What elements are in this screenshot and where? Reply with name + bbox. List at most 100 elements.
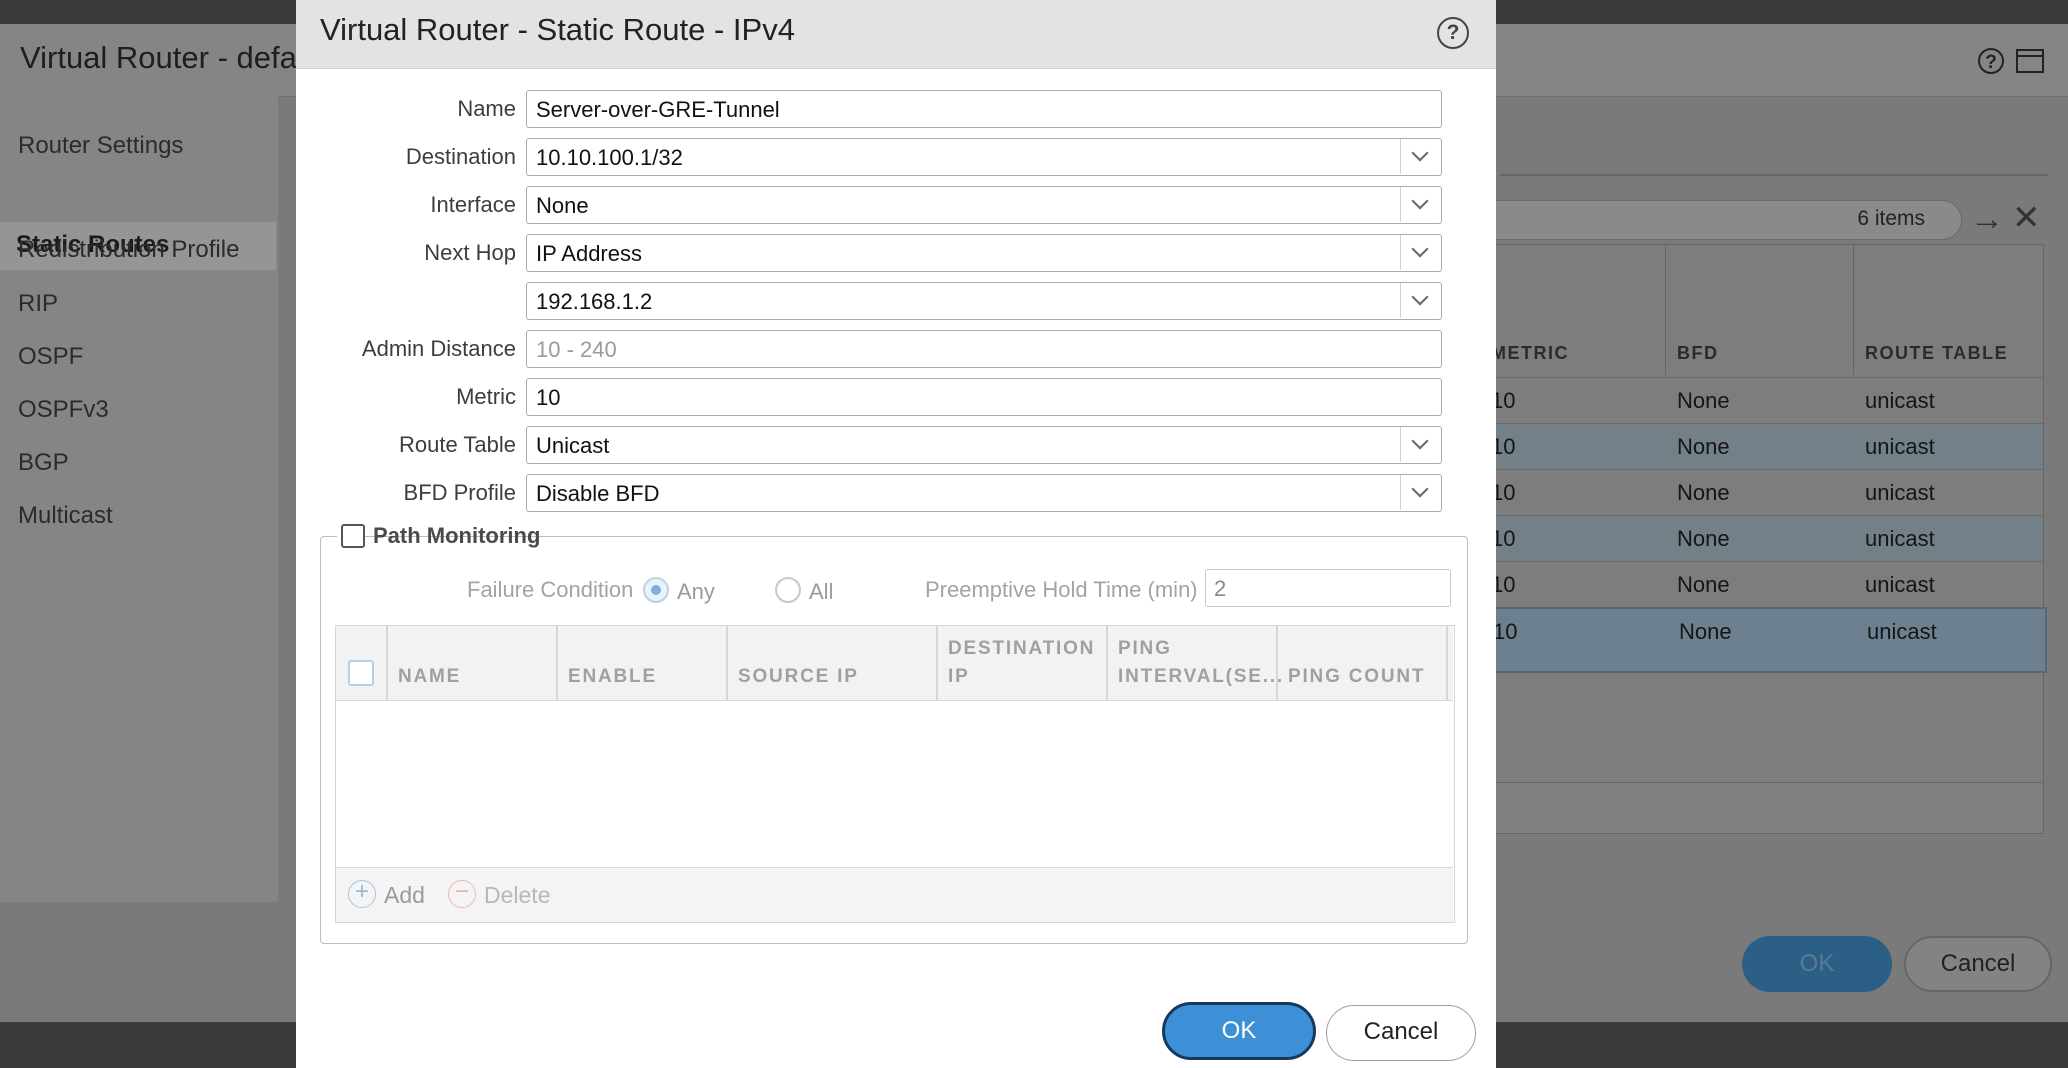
chevron-down-icon (1411, 432, 1429, 450)
interface-select[interactable]: None (526, 186, 1442, 224)
background-window-icon[interactable] (2016, 49, 2044, 73)
background-ok-button[interactable]: OK (1742, 936, 1892, 992)
preemptive-hold-time-label: Preemptive Hold Time (min) (925, 577, 1198, 602)
bfd-profile-value: Disable BFD (536, 481, 660, 506)
failure-condition-all-radio[interactable] (775, 577, 801, 603)
background-help-icon[interactable]: ? (1978, 48, 2004, 74)
column-header-enable[interactable]: ENABLE (568, 664, 657, 690)
admin-distance-input[interactable]: 10 - 240 (526, 330, 1442, 368)
name-input[interactable]: Server-over-GRE-Tunnel (526, 90, 1442, 128)
column-separator (1446, 626, 1448, 700)
column-header-name[interactable]: NAME (398, 664, 461, 690)
column-header-ping-interval-line2[interactable]: INTERVAL(SE... (1118, 664, 1284, 690)
sidebar-item-redistribution-profile[interactable]: Redistribution Profile (18, 236, 239, 264)
sidebar-item-multicast[interactable]: Multicast (18, 502, 113, 530)
column-header-source-ip[interactable]: SOURCE IP (738, 664, 859, 690)
name-value: Server-over-GRE-Tunnel (536, 97, 780, 122)
column-separator (936, 626, 938, 700)
ok-button[interactable]: OK (1162, 1002, 1316, 1060)
sidebar-item-ospf[interactable]: OSPF (18, 343, 83, 371)
next-hop-dropdown-button[interactable] (1400, 235, 1441, 270)
admin-distance-label: Admin Distance (361, 336, 516, 361)
column-separator (726, 626, 728, 700)
path-monitoring-label[interactable]: Path Monitoring (373, 523, 540, 549)
table-row[interactable]: 10 None unicast (1491, 469, 2043, 516)
next-hop-label: Next Hop (424, 240, 516, 265)
destination-dropdown-button[interactable] (1400, 139, 1441, 174)
destination-combo[interactable]: 10.10.100.1/32 (526, 138, 1442, 176)
table-row[interactable]: 10 None unicast (1491, 561, 2043, 608)
cell-bfd: None (1677, 388, 1730, 413)
column-separator (1665, 245, 1666, 375)
table-row[interactable]: 10 None unicast (1491, 423, 2043, 470)
next-hop-ip-dropdown-button[interactable] (1400, 283, 1441, 318)
cell-bfd: None (1677, 526, 1730, 551)
cancel-button[interactable]: Cancel (1326, 1005, 1476, 1061)
background-sidebar: Router Settings Static Routes Redistribu… (0, 96, 278, 902)
route-table-dropdown-button[interactable] (1400, 427, 1441, 462)
column-header-destination-ip-line2[interactable]: IP (948, 664, 970, 690)
sidebar-item-router-settings[interactable]: Router Settings (18, 132, 183, 160)
background-divider (1500, 174, 2048, 176)
preemptive-hold-time-value: 2 (1214, 576, 1227, 601)
close-icon[interactable]: ✕ (2012, 198, 2041, 238)
table-header: NAME ENABLE SOURCE IP DESTINATION IP PIN… (336, 626, 1453, 701)
static-route-dialog: Virtual Router - Static Route - IPv4 ? N… (296, 0, 1496, 1068)
metric-label: Metric (456, 384, 516, 409)
interface-dropdown-button[interactable] (1400, 187, 1441, 222)
next-hop-ip-combo[interactable]: 192.168.1.2 (526, 282, 1442, 320)
plus-circle-icon[interactable]: + (348, 880, 376, 908)
route-table-select[interactable]: Unicast (526, 426, 1442, 464)
chevron-down-icon (1411, 480, 1429, 498)
column-header-bfd[interactable]: BFD (1677, 343, 1719, 364)
failure-condition-any-label[interactable]: Any (677, 579, 715, 605)
column-header-ping-count[interactable]: PING COUNT (1288, 664, 1425, 690)
cell-bfd: None (1677, 572, 1730, 597)
cell-metric: 10 (1493, 619, 1518, 644)
minus-circle-icon[interactable]: − (448, 880, 476, 908)
arrow-right-icon[interactable]: → (1970, 200, 2004, 239)
cell-route-table: unicast (1865, 388, 1935, 413)
next-hop-select[interactable]: IP Address (526, 234, 1442, 272)
column-header-destination-ip[interactable]: DESTINATION (948, 636, 1095, 662)
bfd-profile-label: BFD Profile (403, 480, 516, 505)
cell-bfd: None (1677, 480, 1730, 505)
select-all-checkbox[interactable] (348, 660, 374, 686)
failure-condition-label: Failure Condition (467, 577, 634, 602)
column-separator (386, 626, 388, 700)
destination-label: Destination (405, 144, 516, 169)
table-row-selected[interactable]: 10 None unicast (1491, 607, 2047, 673)
dialog-header: Virtual Router - Static Route - IPv4 ? (296, 0, 1496, 69)
delete-button[interactable]: Delete (484, 882, 550, 909)
column-separator (556, 626, 558, 700)
column-header-ping-interval[interactable]: PING (1118, 636, 1172, 662)
bfd-profile-dropdown-button[interactable] (1400, 475, 1441, 510)
background-table-footer (1491, 782, 2043, 833)
cell-route-table: unicast (1865, 480, 1935, 505)
bfd-profile-select[interactable]: Disable BFD (526, 474, 1442, 512)
failure-condition-any-radio[interactable] (643, 577, 669, 603)
column-header-route-table[interactable]: ROUTE TABLE (1865, 343, 2008, 364)
destination-value: 10.10.100.1/32 (536, 145, 683, 170)
sidebar-item-bgp[interactable]: BGP (18, 449, 69, 477)
preemptive-hold-time-input[interactable]: 2 (1205, 569, 1451, 607)
help-icon[interactable]: ? (1437, 17, 1469, 49)
background-filter-bar[interactable]: 6 items (1490, 200, 1962, 240)
chevron-down-icon (1411, 240, 1429, 258)
metric-input[interactable]: 10 (526, 378, 1442, 416)
column-separator (1106, 626, 1108, 700)
column-header-metric[interactable]: METRIC (1491, 343, 1569, 364)
column-separator (1853, 245, 1854, 375)
metric-value: 10 (536, 385, 561, 410)
add-button[interactable]: Add (384, 882, 425, 909)
path-monitoring-checkbox[interactable] (341, 524, 365, 548)
sidebar-item-rip[interactable]: RIP (18, 290, 58, 318)
next-hop-value: IP Address (536, 241, 642, 266)
failure-condition-all-label[interactable]: All (809, 579, 833, 605)
background-cancel-button[interactable]: Cancel (1904, 936, 2052, 992)
chevron-down-icon (1411, 288, 1429, 306)
table-row[interactable]: 10 None unicast (1491, 377, 2043, 424)
sidebar-item-ospfv3[interactable]: OSPFv3 (18, 396, 109, 424)
table-row[interactable]: 10 None unicast (1491, 515, 2043, 562)
cell-route-table: unicast (1865, 572, 1935, 597)
